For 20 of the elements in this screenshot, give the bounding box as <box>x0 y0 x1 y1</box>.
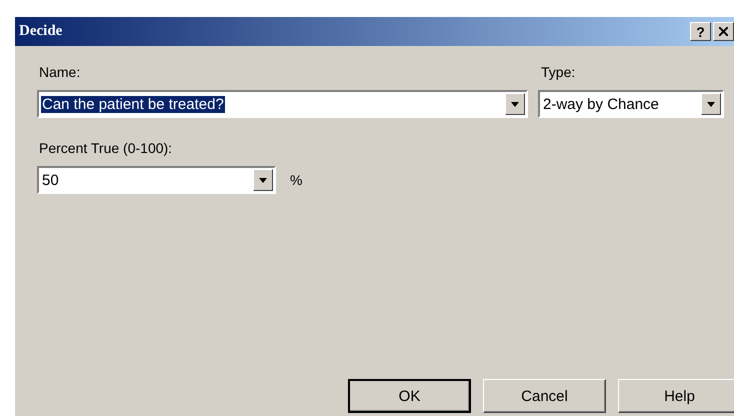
caret-icon <box>511 102 519 106</box>
caret-icon <box>259 178 267 182</box>
type-combobox[interactable]: 2-way by Chance <box>538 90 724 118</box>
window-title: Decide <box>19 23 62 40</box>
percent-unit: % <box>290 172 302 188</box>
help-button[interactable]: ? <box>690 22 711 41</box>
dropdown-button[interactable] <box>253 169 273 191</box>
name-combobox[interactable]: Can the patient be treated? <box>37 90 528 118</box>
dialog-button[interactable]: Cancel <box>483 379 606 413</box>
percent-label: Percent True (0-100): <box>38 140 174 158</box>
close-button[interactable] <box>713 22 734 41</box>
type-label: Type: <box>540 64 576 82</box>
name-label: Name: <box>38 64 82 82</box>
percent-combobox[interactable]: 50 <box>37 166 276 194</box>
caret-icon <box>707 102 715 106</box>
dropdown-button[interactable] <box>505 93 525 115</box>
dropdown-button[interactable] <box>701 93 721 115</box>
close-icon <box>719 27 728 36</box>
dialog-button[interactable]: Help <box>618 379 734 413</box>
dialog-button[interactable]: OK <box>348 379 471 413</box>
